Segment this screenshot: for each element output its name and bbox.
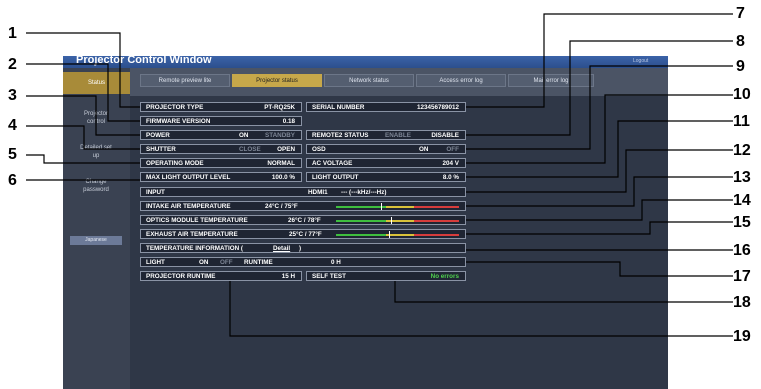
leader-line-10 [466,94,733,164]
callout-15: 15 [733,214,751,231]
leader-line-19 [229,281,733,337]
callout-14: 14 [733,192,751,209]
leader-line-15 [466,221,733,235]
leader-line-17 [466,261,733,277]
leader-line-14 [466,199,733,221]
leader-line-4 [26,125,140,150]
leader-line-7 [466,13,733,108]
leader-line-12 [466,149,733,193]
leader-line-3 [26,95,140,136]
leader-line-5 [26,154,140,164]
callout-9: 9 [736,58,745,75]
callout-8: 8 [736,33,745,50]
callout-10: 10 [733,86,751,103]
callout-12: 12 [733,142,751,159]
leader-line-18 [394,281,733,303]
leader-line-2 [26,63,140,122]
callout-18: 18 [733,294,751,311]
callout-lines [26,13,733,337]
callout-7: 7 [736,5,745,22]
callout-17: 17 [733,268,751,285]
callout-2: 2 [8,56,17,73]
callout-1: 1 [8,25,17,42]
callout-19: 19 [733,328,751,345]
callout-3: 3 [8,87,17,104]
callout-11: 11 [733,113,750,130]
callout-4: 4 [8,117,17,134]
callout-13: 13 [733,169,751,186]
callout-6: 6 [8,172,17,189]
callout-5: 5 [8,146,17,163]
callout-16: 16 [733,242,751,259]
